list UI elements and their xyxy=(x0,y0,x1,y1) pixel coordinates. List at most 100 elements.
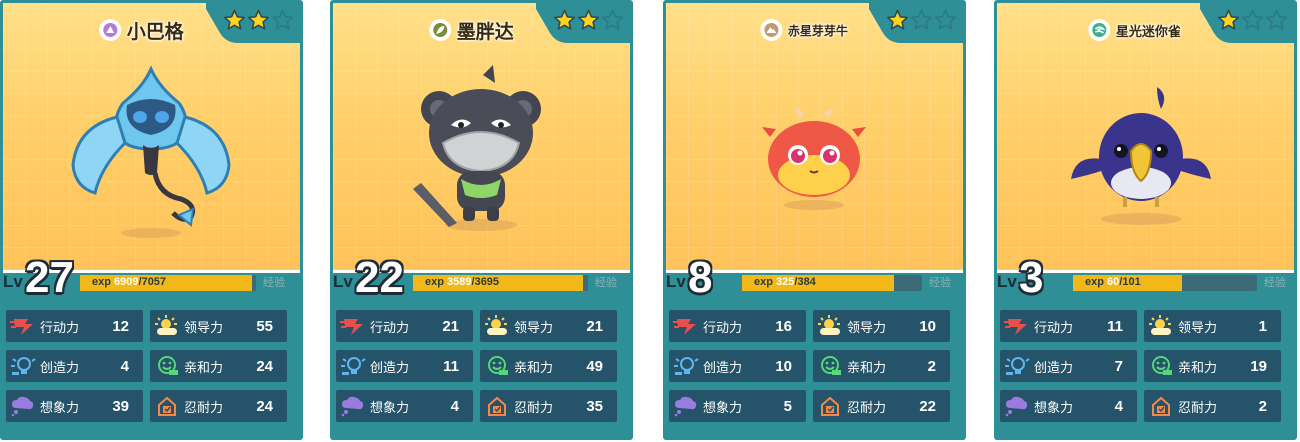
stat-value: 2 xyxy=(1258,397,1267,415)
stat-cell: 创造力 4 xyxy=(6,350,143,382)
level-number: 22 xyxy=(355,253,404,302)
stat-value: 7 xyxy=(1114,357,1123,375)
stat-label: 领导力 xyxy=(184,319,224,335)
exp-label: exp xyxy=(92,276,111,288)
stat-cell: 领导力 10 xyxy=(813,310,950,342)
stat-cell: 忍耐力 22 xyxy=(813,390,950,422)
exp-bar: exp 6909/7057 xyxy=(80,275,256,291)
star-filled-icon xyxy=(554,9,575,30)
monster-name: 赤星芽芽牛 xyxy=(787,23,848,38)
stat-cell: 想象力 4 xyxy=(1000,390,1137,422)
stat-value: 12 xyxy=(112,317,129,335)
level-label: Lv xyxy=(666,272,686,291)
exp-label: exp xyxy=(425,276,444,288)
lightbulb-icon xyxy=(340,353,366,379)
monster-name-label: 墨胖达 xyxy=(428,15,514,45)
lightbulb-icon xyxy=(10,353,36,379)
stat-cell: 亲和力 24 xyxy=(150,350,287,382)
star-rating xyxy=(886,9,957,32)
monster-name: 星光迷你雀 xyxy=(1115,23,1181,39)
lightbulb-icon xyxy=(1004,353,1030,379)
exp-text: exp 6909/7057 xyxy=(92,276,166,288)
star-filled-icon xyxy=(1218,9,1239,30)
monster-name-label: 小巴格 xyxy=(98,15,184,45)
stat-label: 想象力 xyxy=(703,399,743,415)
star-filled-icon xyxy=(248,9,269,30)
stat-value: 24 xyxy=(256,397,273,415)
star-empty-icon xyxy=(1265,9,1288,30)
stat-cell: 领导力 1 xyxy=(1144,310,1281,342)
monster-portrait-panel: 小巴格 xyxy=(3,3,300,273)
blue-ghost-monster-icon[interactable] xyxy=(3,47,300,273)
stat-label: 创造力 xyxy=(703,359,743,375)
stat-label: 亲和力 xyxy=(1178,359,1218,375)
exp-text: exp 325/384 xyxy=(754,276,816,288)
stat-value: 10 xyxy=(919,317,936,335)
exp-total: /7057 xyxy=(138,276,167,288)
stat-cell: 想象力 5 xyxy=(669,390,806,422)
monster-name: 墨胖达 xyxy=(456,21,514,43)
star-filled-icon xyxy=(578,9,599,30)
stat-value: 10 xyxy=(775,357,792,375)
stat-value: 16 xyxy=(775,317,792,335)
exp-shop-button[interactable]: 经验 xyxy=(926,275,954,291)
monster-card[interactable]: 赤星芽芽牛 Lv 8 exp 325/384 经验 行动力 16 领导力 10 … xyxy=(663,0,966,440)
stat-value: 49 xyxy=(586,357,603,375)
sun-cloud-icon xyxy=(1148,313,1174,339)
smile-face-icon xyxy=(1148,353,1174,379)
exp-shop-button[interactable]: 经验 xyxy=(1261,275,1289,291)
monster-portrait-panel: 赤星芽芽牛 xyxy=(666,3,963,273)
stat-cell: 想象力 4 xyxy=(336,390,473,422)
exp-current: 6909 xyxy=(114,276,139,288)
sun-cloud-icon xyxy=(817,313,843,339)
stat-cell: 行动力 12 xyxy=(6,310,143,342)
mountain-element-icon xyxy=(759,19,782,41)
red-calf-monster-icon[interactable] xyxy=(666,47,963,273)
panda-monster-icon[interactable] xyxy=(333,47,630,273)
smile-face-icon xyxy=(154,353,180,379)
stat-cell: 亲和力 19 xyxy=(1144,350,1281,382)
stat-label: 行动力 xyxy=(703,319,743,335)
exp-current: 325 xyxy=(776,276,795,288)
stat-cell: 想象力 39 xyxy=(6,390,143,422)
stat-cell: 行动力 11 xyxy=(1000,310,1137,342)
sun-cloud-icon xyxy=(154,313,180,339)
stat-label: 行动力 xyxy=(1034,319,1074,335)
purple-bird-monster-icon[interactable] xyxy=(997,47,1294,273)
stat-label: 忍耐力 xyxy=(514,399,554,415)
star-empty-icon xyxy=(1241,9,1264,30)
speed-icon xyxy=(10,313,36,339)
shield-box-icon xyxy=(1148,393,1174,419)
shield-box-icon xyxy=(817,393,843,419)
exp-shop-button[interactable]: 经验 xyxy=(260,275,288,291)
monster-card[interactable]: 小巴格 Lv 27 exp 6909/7057 经验 行动力 12 领导力 55… xyxy=(0,0,303,440)
star-empty-icon xyxy=(271,9,294,30)
level-number: 3 xyxy=(1019,253,1044,302)
monster-name: 小巴格 xyxy=(126,21,184,43)
exp-label: exp xyxy=(1085,276,1104,288)
level-label: Lv xyxy=(333,272,353,291)
stat-value: 21 xyxy=(586,317,603,335)
stat-value: 4 xyxy=(450,397,459,415)
stat-label: 忍耐力 xyxy=(847,399,887,415)
exp-current: 3589 xyxy=(447,276,472,288)
level-label: Lv xyxy=(997,272,1017,291)
level-number: 8 xyxy=(688,253,713,302)
monster-card[interactable]: 墨胖达 Lv 22 exp 3589/3695 经验 行动力 21 领导力 21… xyxy=(330,0,633,440)
stat-label: 亲和力 xyxy=(847,359,887,375)
exp-shop-button[interactable]: 经验 xyxy=(592,275,620,291)
speed-icon xyxy=(340,313,366,339)
thought-cloud-icon xyxy=(340,393,366,419)
star-rating xyxy=(223,9,294,32)
stat-value: 24 xyxy=(256,357,273,375)
stat-label: 创造力 xyxy=(40,359,80,375)
exp-bar: exp 325/384 xyxy=(742,275,922,291)
monster-card[interactable]: 星光迷你雀 Lv 3 exp 60/101 经验 行动力 11 领导力 1 创造… xyxy=(994,0,1297,440)
leaf-element-icon xyxy=(428,19,451,41)
stat-value: 5 xyxy=(783,397,792,415)
stat-cell: 行动力 16 xyxy=(669,310,806,342)
stat-label: 创造力 xyxy=(1034,359,1074,375)
stat-cell: 忍耐力 35 xyxy=(480,390,617,422)
stat-value: 39 xyxy=(112,397,129,415)
thought-cloud-icon xyxy=(673,393,699,419)
